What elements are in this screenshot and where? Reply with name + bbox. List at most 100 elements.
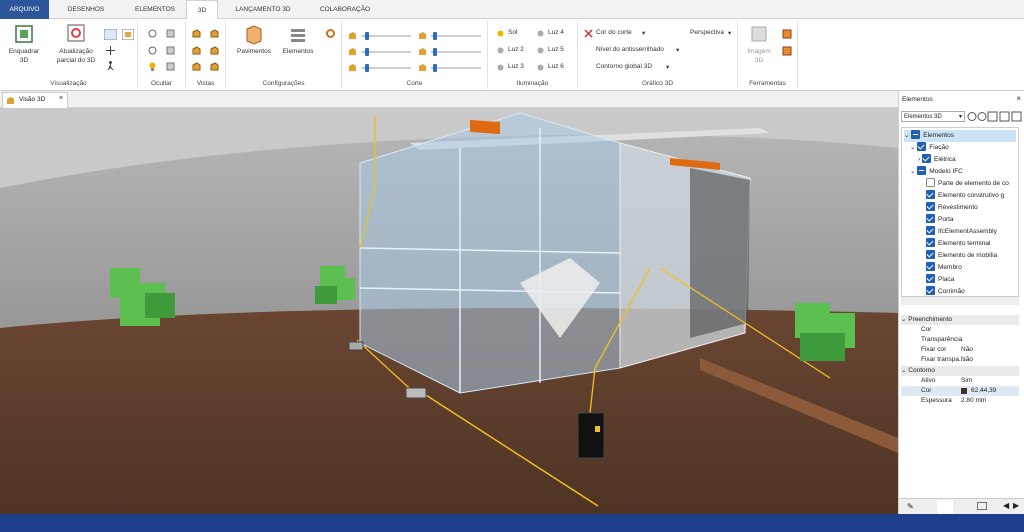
zoom-in-icon[interactable] [967, 112, 977, 121]
tree-item-elementos[interactable]: ⌄ Elementos [904, 129, 1016, 142]
checkbox[interactable] [917, 165, 927, 175]
luz4-label[interactable]: Luz 4 [548, 29, 564, 36]
tree-item[interactable]: Membro [926, 261, 962, 274]
chevron-right-icon[interactable]: › [918, 156, 920, 163]
checkbox[interactable] [926, 201, 935, 211]
collapse-icon[interactable] [999, 111, 1010, 122]
tree-item[interactable]: Elemento terminal [926, 237, 990, 250]
prop-espessura[interactable]: Espessura 2.80 mm [901, 396, 1019, 406]
hide-element-icon[interactable] [148, 29, 157, 38]
prop-cor-contorno[interactable]: Cor 62,44,39 [901, 386, 1019, 396]
layout-icon[interactable] [104, 29, 117, 40]
cut-x2-icon[interactable] [418, 31, 427, 40]
chevron-down-icon[interactable]: ▾ [728, 29, 731, 37]
panel-layout-icon[interactable] [1011, 111, 1022, 122]
chevron-down-icon[interactable]: ▾ [676, 46, 679, 54]
tree-item-fiacao[interactable]: ⌄ Fiação [910, 141, 949, 154]
show-layer-icon[interactable] [166, 46, 175, 55]
move-icon[interactable] [106, 46, 115, 55]
cut-y2-handle[interactable] [433, 48, 437, 56]
prop-transparencia[interactable]: Transparência [901, 335, 1019, 345]
checkbox[interactable] [921, 153, 931, 163]
cut-z2-slider[interactable] [431, 64, 481, 72]
tree-item[interactable]: Corrimão [926, 285, 965, 296]
view-front-icon[interactable] [210, 29, 219, 38]
checkbox[interactable] [926, 177, 935, 187]
luz2-label[interactable]: Luz 2 [508, 46, 524, 53]
elements-3d-dropdown[interactable]: Elementos 3D ▾ [901, 111, 965, 122]
cor-corte-dropdown[interactable]: Cor do corte [596, 29, 632, 36]
view-left-icon[interactable] [192, 46, 201, 55]
lightbulb-icon[interactable] [148, 62, 157, 71]
section-preenchimento[interactable]: ⌄ Preenchimento [901, 315, 1019, 325]
light-4-icon[interactable] [536, 29, 545, 38]
view-top-icon[interactable] [192, 29, 201, 38]
cut-z-icon[interactable] [348, 63, 357, 72]
cut-z2-handle[interactable] [433, 64, 437, 72]
tool-box-icon[interactable] [782, 29, 792, 39]
luz3-label[interactable]: Luz 3 [508, 63, 524, 70]
sol-label[interactable]: Sol [508, 29, 517, 36]
checkbox[interactable] [911, 129, 921, 139]
tab-lancamento-3d[interactable]: LANÇAMENTO 3D [228, 0, 298, 19]
show-all-icon[interactable] [166, 62, 175, 71]
checkbox[interactable] [917, 141, 927, 151]
tree-item[interactable]: Revestimento [926, 201, 978, 214]
hide-layer-icon[interactable] [166, 29, 175, 38]
checkbox[interactable] [926, 189, 935, 199]
checkbox[interactable] [926, 285, 935, 295]
viewport-3d[interactable] [0, 108, 898, 514]
sun-icon[interactable] [496, 29, 505, 38]
chevron-down-icon[interactable]: ▾ [666, 63, 669, 71]
cut-z-slider[interactable] [361, 64, 411, 72]
chevron-right-icon[interactable]: ▶ [1013, 501, 1019, 510]
enquadrar-3d-button[interactable]: Enquadrar 3D [6, 23, 42, 65]
pavimentos-button[interactable]: Pavimentos [234, 23, 274, 56]
tree-item[interactable]: Parte de elemento de co [926, 177, 1009, 190]
antisserrilhado-dropdown[interactable]: Nível do antisserrilhado [596, 46, 664, 53]
chevron-left-icon[interactable]: ◀ [1003, 501, 1009, 510]
cut-x2-handle[interactable] [433, 32, 437, 40]
walk-icon[interactable] [106, 61, 115, 70]
light-3-icon[interactable] [496, 63, 505, 72]
tab-elementos[interactable]: ELEMENTOS [124, 0, 186, 19]
light-6-icon[interactable] [536, 63, 545, 72]
tree-item[interactable]: Placa [926, 273, 954, 286]
checkbox[interactable] [926, 261, 935, 271]
tab-arquivo[interactable]: ARQUIVO [0, 0, 49, 19]
tab-visao-3d[interactable]: Visão 3D × [2, 92, 68, 108]
cube-tab-icon[interactable] [937, 500, 953, 514]
cut-y-icon[interactable] [348, 47, 357, 56]
cut-color-icon[interactable] [584, 29, 593, 38]
tool-box-2-icon[interactable] [782, 46, 792, 56]
atualizacao-parcial-button[interactable]: Atualização parcial do 3D [52, 23, 100, 65]
layers-icon[interactable] [977, 502, 987, 510]
luz5-label[interactable]: Luz 5 [548, 46, 564, 53]
contorno-global-dropdown[interactable]: Contorno global 3D [596, 63, 652, 70]
cut-x-handle[interactable] [365, 32, 369, 40]
gear-icon[interactable] [326, 29, 335, 38]
tree-item[interactable]: IfcElementAssembly [926, 225, 997, 238]
zoom-out-icon[interactable] [977, 112, 987, 121]
checkbox[interactable] [926, 273, 935, 283]
isolate-icon[interactable] [148, 46, 157, 55]
prop-cor[interactable]: Cor [901, 325, 1019, 335]
tree-item[interactable]: Elemento construtivo g [926, 189, 1004, 202]
light-2-icon[interactable] [496, 46, 505, 55]
tab-3d[interactable]: 3D [186, 0, 218, 20]
tree-item[interactable]: Elemento de mobília [926, 249, 997, 262]
view-iso-icon[interactable] [210, 62, 219, 71]
tree-item[interactable]: Porta [926, 213, 954, 226]
cut-y2-slider[interactable] [431, 48, 481, 56]
light-5-icon[interactable] [536, 46, 545, 55]
prop-fixar-transparencia[interactable]: Fixar transpa... Não [901, 355, 1019, 365]
cut-y-slider[interactable] [361, 48, 411, 56]
cut-z2-icon[interactable] [418, 63, 427, 72]
imagem-3d-button[interactable]: Imagem 3D [742, 23, 776, 65]
checkbox[interactable] [926, 213, 935, 223]
view-back-icon[interactable] [192, 62, 201, 71]
expand-icon[interactable] [987, 111, 998, 122]
cut-x-icon[interactable] [348, 31, 357, 40]
section-contorno[interactable]: ⌄ Contorno [901, 366, 1019, 376]
tree-item-eletrica[interactable]: › Elétrica [918, 153, 956, 166]
